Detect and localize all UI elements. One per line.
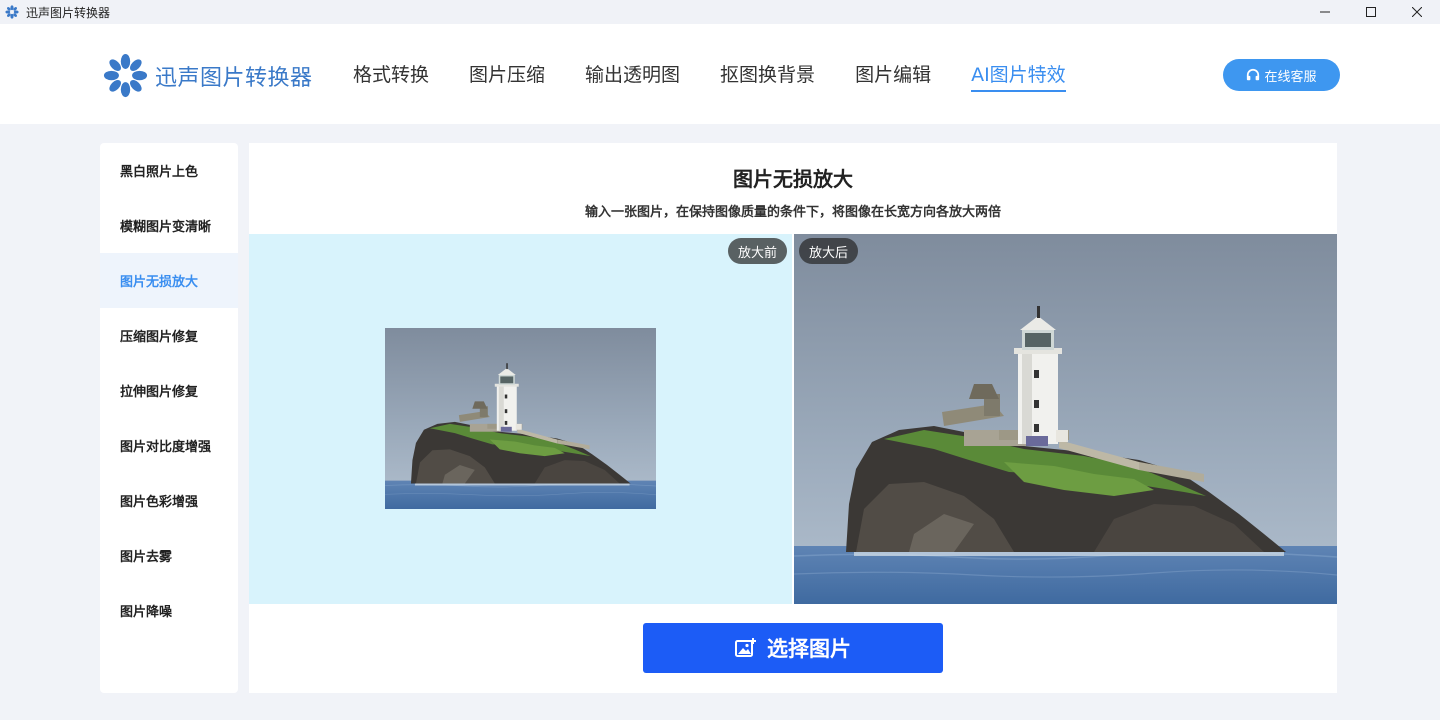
sidebar-item-stretch-repair[interactable]: 拉伸图片修复 (100, 363, 238, 418)
nav-item-transparent-output[interactable]: 输出透明图 (585, 60, 680, 92)
after-badge: 放大后 (799, 238, 859, 264)
before-after-compare: 放大前 放大后 (249, 234, 1337, 604)
page-subtitle: 输入一张图片，在保持图像质量的条件下，将图像在长宽方向各放大两倍 (584, 205, 1001, 220)
window-titlebar: 迅声图片转换器 (0, 0, 1440, 24)
close-icon (1412, 7, 1422, 17)
sidebar-item-upscale[interactable]: 图片无损放大 (100, 253, 238, 308)
app-logo[interactable]: 迅声图片转换器 (103, 53, 313, 98)
sidebar-item-colorize[interactable]: 黑白照片上色 (100, 143, 238, 198)
before-pane (249, 234, 792, 604)
page-title: 图片无损放大 (733, 167, 853, 191)
sidebar-item-deblur[interactable]: 模糊图片变清晰 (100, 198, 238, 253)
minimize-icon (1320, 11, 1330, 13)
feature-sidebar: 黑白照片上色 模糊图片变清晰 图片无损放大 压缩图片修复 拉伸图片修复 图片对比… (100, 143, 238, 693)
nav-item-image-edit[interactable]: 图片编辑 (855, 60, 931, 92)
headset-icon (1247, 68, 1260, 81)
top-nav: 格式转换 图片压缩 输出透明图 抠图换背景 图片编辑 AI图片特效 (353, 60, 1106, 92)
sidebar-item-color-enhance[interactable]: 图片色彩增强 (100, 473, 238, 528)
logo-text: 迅声图片转换器 (155, 65, 313, 91)
after-pane (794, 234, 1337, 604)
maximize-icon (1366, 7, 1376, 17)
nav-item-ai-effects[interactable]: AI图片特效 (971, 60, 1066, 92)
sidebar-item-dehaze[interactable]: 图片去雾 (100, 528, 238, 583)
minimize-button[interactable] (1302, 0, 1348, 24)
snowflake-logo-icon (103, 53, 148, 98)
window-controls (1302, 0, 1440, 24)
nav-item-format-convert[interactable]: 格式转换 (353, 60, 429, 92)
snowflake-logo-icon (5, 5, 19, 19)
app-header: 迅声图片转换器 格式转换 图片压缩 输出透明图 抠图换背景 图片编辑 AI图片特… (0, 24, 1440, 124)
close-button[interactable] (1394, 0, 1440, 24)
image-add-icon (735, 638, 756, 657)
maximize-button[interactable] (1348, 0, 1394, 24)
before-image (385, 328, 656, 509)
sidebar-item-denoise[interactable]: 图片降噪 (100, 583, 238, 638)
nav-item-image-compress[interactable]: 图片压缩 (469, 60, 545, 92)
select-image-label: 选择图片 (767, 637, 851, 661)
before-badge: 放大前 (728, 238, 788, 264)
window-title: 迅声图片转换器 (26, 5, 111, 20)
online-service-label: 在线客服 (1264, 69, 1317, 85)
main-panel: 图片无损放大 输入一张图片，在保持图像质量的条件下，将图像在长宽方向各放大两倍 … (249, 143, 1337, 693)
online-service-button[interactable]: 在线客服 (1223, 59, 1340, 91)
nav-item-cutout-background[interactable]: 抠图换背景 (720, 60, 815, 92)
sidebar-item-contrast[interactable]: 图片对比度增强 (100, 418, 238, 473)
select-image-button[interactable]: 选择图片 (643, 623, 943, 673)
after-image (794, 234, 1337, 604)
sidebar-item-compress-repair[interactable]: 压缩图片修复 (100, 308, 238, 363)
